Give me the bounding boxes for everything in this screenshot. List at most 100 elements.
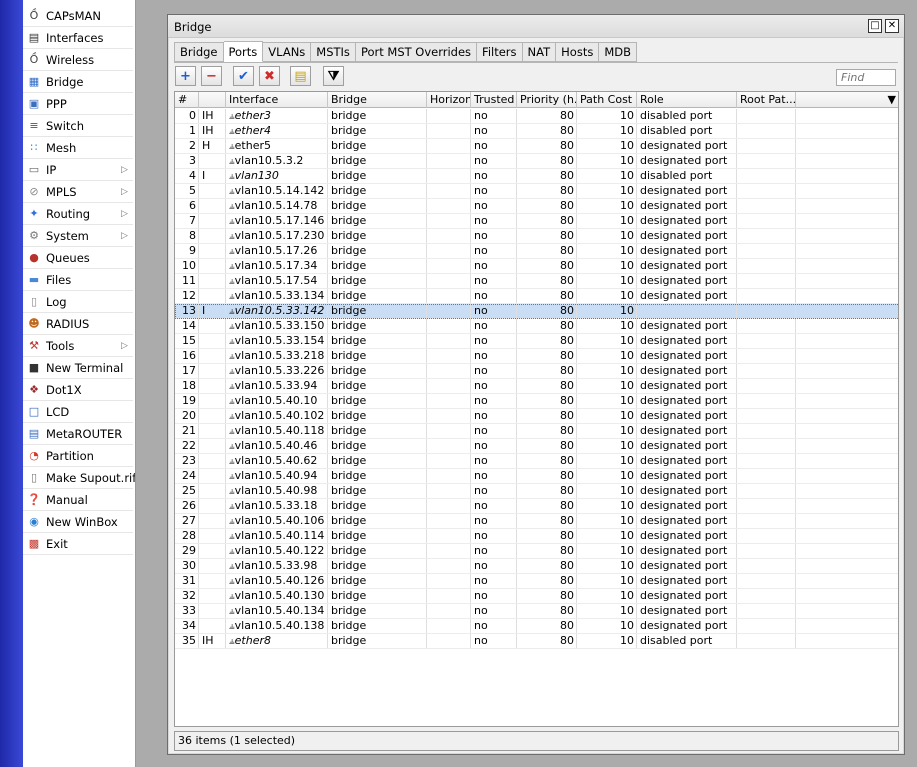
table-row[interactable]: 27 ⫨vlan10.5.40.106 bridge no 80 10 designated… (175, 514, 898, 529)
table-row[interactable]: 20 ⫨vlan10.5.40.102 bridge no 80 10 designated… (175, 409, 898, 424)
menu-item-bridge[interactable]: ▦ Bridge (23, 71, 133, 93)
tab-bridge[interactable]: Bridge (174, 42, 224, 62)
table-row[interactable]: 29 ⫨vlan10.5.40.122 bridge no 80 10 designated… (175, 544, 898, 559)
table-row[interactable]: 22 ⫨vlan10.5.40.46 bridge no 80 10 designated … (175, 439, 898, 454)
close-icon[interactable]: ✕ (885, 19, 899, 33)
table-row[interactable]: 11 ⫨vlan10.5.17.54 bridge no 80 10 designated … (175, 274, 898, 289)
maximize-icon[interactable]: □ (868, 19, 882, 33)
table-row[interactable]: 33 ⫨vlan10.5.40.134 bridge no 80 10 designated… (175, 604, 898, 619)
column-header[interactable] (199, 92, 226, 108)
table-row[interactable]: 19 ⫨vlan10.5.40.10 bridge no 80 10 designated … (175, 394, 898, 409)
column-header[interactable]: Trusted (471, 92, 517, 108)
menu-item-partition[interactable]: ◔ Partition (23, 445, 133, 467)
table-row[interactable]: 10 ⫨vlan10.5.17.34 bridge no 80 10 designated … (175, 259, 898, 274)
menu-item-system[interactable]: ⚙ System ▷ (23, 225, 133, 247)
tab-filters[interactable]: Filters (477, 42, 523, 62)
menu-item-exit[interactable]: ▩ Exit (23, 533, 133, 555)
table-row[interactable]: 6 ⫨vlan10.5.14.78 bridge no 80 10 designated p… (175, 199, 898, 214)
column-header[interactable]: Path Cost (577, 92, 637, 108)
menu-item-routing[interactable]: ✦ Routing ▷ (23, 203, 133, 225)
menu-item-new-terminal[interactable]: ■ New Terminal (23, 357, 133, 379)
tab-ports[interactable]: Ports (223, 41, 264, 62)
menu-item-tools[interactable]: ⚒ Tools ▷ (23, 335, 133, 357)
table-row[interactable]: 17 ⫨vlan10.5.33.226 bridge no 80 10 designated… (175, 364, 898, 379)
cell-priority: 80 (517, 109, 577, 123)
menu-item-wireless[interactable]: Ồ Wireless (23, 49, 133, 71)
menu-item-radius[interactable]: ☻ RADIUS (23, 313, 133, 335)
column-header[interactable]: Interface (226, 92, 328, 108)
menu-item-mesh[interactable]: ∷ Mesh (23, 137, 133, 159)
menu-item-manual[interactable]: ❓ Manual (23, 489, 133, 511)
table-row[interactable]: 2 H ⫨ether5 bridge no 80 10 designated port (175, 139, 898, 154)
menu-item-metarouter[interactable]: ▤ MetaROUTER (23, 423, 133, 445)
tab-vlans[interactable]: VLANs (263, 42, 312, 62)
menu-item-new-winbox[interactable]: ◉ New WinBox (23, 511, 133, 533)
menu-item-lcd[interactable]: □ LCD (23, 401, 133, 423)
table-row[interactable]: 1 IH ⫨ether4 bridge no 80 10 disabled port (175, 124, 898, 139)
enable-check-icon[interactable]: ✔ (233, 66, 254, 86)
column-chooser-dropdown-icon[interactable]: ▼ (796, 92, 898, 108)
menu-item-files[interactable]: ▬ Files (23, 269, 133, 291)
table-row[interactable]: 15 ⫨vlan10.5.33.154 bridge no 80 10 designated… (175, 334, 898, 349)
filter-icon[interactable]: ⧩ (323, 66, 344, 86)
table-row[interactable]: 26 ⫨vlan10.5.33.18 bridge no 80 10 designated … (175, 499, 898, 514)
row-filler (796, 214, 898, 228)
table-row[interactable]: 18 ⫨vlan10.5.33.94 bridge no 80 10 designated … (175, 379, 898, 394)
table-row[interactable]: 7 ⫨vlan10.5.17.146 bridge no 80 10 designated … (175, 214, 898, 229)
tab-port-mst-overrides[interactable]: Port MST Overrides (355, 42, 478, 62)
column-header[interactable]: Role (637, 92, 737, 108)
tab-hosts[interactable]: Hosts (556, 42, 600, 62)
column-header[interactable]: # (175, 92, 199, 108)
table-row[interactable]: 0 IH ⫨ether3 bridge no 80 10 disabled port (175, 109, 898, 124)
table-row[interactable]: 28 ⫨vlan10.5.40.114 bridge no 80 10 designated… (175, 529, 898, 544)
find-input[interactable] (836, 69, 896, 86)
table-row[interactable]: 16 ⫨vlan10.5.33.218 bridge no 80 10 designated… (175, 349, 898, 364)
table-row[interactable]: 23 ⫨vlan10.5.40.62 bridge no 80 10 designated … (175, 454, 898, 469)
cell-flags (199, 589, 226, 603)
menu-item-queues[interactable]: ● Queues (23, 247, 133, 269)
cell-number: 24 (175, 469, 199, 483)
menu-item-make-supout-rif[interactable]: ▯ Make Supout.rif (23, 467, 135, 489)
tab-mstis[interactable]: MSTIs (311, 42, 356, 62)
menu-item-switch[interactable]: ≡ Switch (23, 115, 133, 137)
menu-item-interfaces[interactable]: ▤ Interfaces (23, 27, 133, 49)
table-row[interactable]: 25 ⫨vlan10.5.40.98 bridge no 80 10 designated … (175, 484, 898, 499)
column-header[interactable]: Bridge (328, 92, 427, 108)
menu-item-ip[interactable]: ▭ IP ▷ (23, 159, 133, 181)
tab-nat[interactable]: NAT (522, 42, 557, 62)
window-titlebar[interactable]: Bridge □ ✕ (168, 15, 904, 38)
cell-interface: ⫨vlan10.5.33.134 (226, 289, 328, 303)
column-header[interactable]: Priority (h... (517, 92, 577, 108)
menu-item-dot1x[interactable]: ❖ Dot1X (23, 379, 133, 401)
table-row[interactable]: 3 ⫨vlan10.5.3.2 bridge no 80 10 designated por… (175, 154, 898, 169)
table-row[interactable]: 31 ⫨vlan10.5.40.126 bridge no 80 10 designated… (175, 574, 898, 589)
menu-item-log[interactable]: ▯ Log (23, 291, 133, 313)
table-row[interactable]: 30 ⫨vlan10.5.33.98 bridge no 80 10 designated … (175, 559, 898, 574)
menu-item-capsman[interactable]: Ồ CAPsMAN (23, 5, 133, 27)
table-row[interactable]: 35 IH ⫨ether8 bridge no 80 10 disabled port (175, 634, 898, 649)
table-row[interactable]: 5 ⫨vlan10.5.14.142 bridge no 80 10 designated … (175, 184, 898, 199)
table-row-selected[interactable]: 13 I ⫨vlan10.5.33.142 bridge no 80 10 (175, 304, 898, 319)
table-row[interactable]: 21 ⫨vlan10.5.40.118 bridge no 80 10 designated… (175, 424, 898, 439)
submenu-arrow-icon: ▷ (121, 208, 128, 219)
table-row[interactable]: 14 ⫨vlan10.5.33.150 bridge no 80 10 designated… (175, 319, 898, 334)
column-header[interactable]: Horizon (427, 92, 471, 108)
table-row[interactable]: 9 ⫨vlan10.5.17.26 bridge no 80 10 designated p… (175, 244, 898, 259)
menu-item-mpls[interactable]: ⊘ MPLS ▷ (23, 181, 133, 203)
table-row[interactable]: 34 ⫨vlan10.5.40.138 bridge no 80 10 designated… (175, 619, 898, 634)
cell-priority: 80 (517, 409, 577, 423)
table-row[interactable]: 24 ⫨vlan10.5.40.94 bridge no 80 10 designated … (175, 469, 898, 484)
add-icon[interactable]: + (175, 66, 196, 86)
menu-item-ppp[interactable]: ▣ PPP (23, 93, 133, 115)
column-header[interactable]: Root Pat... (737, 92, 796, 108)
table-row[interactable]: 8 ⫨vlan10.5.17.230 bridge no 80 10 designated … (175, 229, 898, 244)
tab-mdb[interactable]: MDB (599, 42, 637, 62)
cell-bridge: bridge (328, 244, 427, 258)
disable-cross-icon[interactable]: ✖ (259, 66, 280, 86)
comment-icon[interactable]: ▤ (290, 66, 311, 86)
table-row[interactable]: 4 I ⫨vlan130 bridge no 80 10 disabled port (175, 169, 898, 184)
cell-number: 12 (175, 289, 199, 303)
table-row[interactable]: 12 ⫨vlan10.5.33.134 bridge no 80 10 designated… (175, 289, 898, 304)
remove-icon[interactable]: − (201, 66, 222, 86)
table-row[interactable]: 32 ⫨vlan10.5.40.130 bridge no 80 10 designated… (175, 589, 898, 604)
